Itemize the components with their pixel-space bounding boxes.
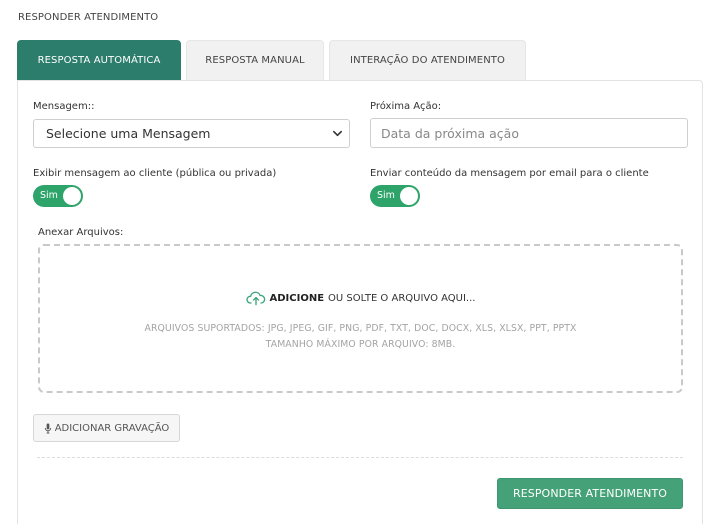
adicionar-gravacao-label: ADICIONAR GRAVAÇÃO <box>54 422 170 434</box>
dropzone-action-text: OU SOLTE O ARQUIVO AQUI... <box>328 292 476 304</box>
chevron-down-icon <box>333 130 342 137</box>
anexar-arquivos-label: Anexar Arquivos: <box>38 227 124 238</box>
mensagem-label: Mensagem:: <box>33 101 95 112</box>
enviar-email-label: Enviar conteúdo da mensagem por email pa… <box>370 168 649 179</box>
dropzone-action-bold: ADICIONE <box>269 292 325 304</box>
toggle-knob <box>400 187 418 205</box>
tab-resposta-manual[interactable]: RESPOSTA MANUAL <box>186 40 324 80</box>
enviar-email-toggle[interactable]: Sim <box>370 185 420 207</box>
microphone-icon <box>44 422 51 434</box>
tab-bar: RESPOSTA AUTOMÁTICA RESPOSTA MANUAL INTE… <box>17 40 526 80</box>
proxima-acao-label: Próxima Ação: <box>370 101 442 112</box>
divider <box>37 457 683 458</box>
dropzone-max-size: TAMANHO MÁXIMO POR ARQUIVO: 8MB. <box>265 339 456 350</box>
exibir-mensagem-toggle[interactable]: Sim <box>33 185 83 207</box>
responder-atendimento-button[interactable]: RESPONDER ATENDIMENTO <box>497 478 683 509</box>
dropzone-supported-types: ARQUIVOS SUPORTADOS: JPG, JPEG, GIF, PNG… <box>144 323 577 334</box>
mensagem-select[interactable]: Selecione uma Mensagem <box>33 119 350 148</box>
exibir-mensagem-label: Exibir mensagem ao cliente (pública ou p… <box>33 168 277 179</box>
dropzone-action: ADICIONE OU SOLTE O ARQUIVO AQUI... <box>40 290 681 306</box>
toggle-knob <box>63 187 81 205</box>
file-dropzone[interactable]: ADICIONE OU SOLTE O ARQUIVO AQUI... ARQU… <box>38 244 683 393</box>
tab-resposta-automatica[interactable]: RESPOSTA AUTOMÁTICA <box>17 40 181 80</box>
tab-interacao-atendimento[interactable]: INTERAÇÃO DO ATENDIMENTO <box>329 40 526 80</box>
exibir-mensagem-toggle-label: Sim <box>40 190 58 201</box>
adicionar-gravacao-button[interactable]: ADICIONAR GRAVAÇÃO <box>33 414 180 442</box>
enviar-email-toggle-label: Sim <box>377 190 395 201</box>
mensagem-select-value: Selecione uma Mensagem <box>46 126 211 141</box>
proxima-acao-input[interactable] <box>370 118 688 148</box>
cloud-upload-icon <box>245 291 265 306</box>
page-title: RESPONDER ATENDIMENTO <box>18 12 159 23</box>
